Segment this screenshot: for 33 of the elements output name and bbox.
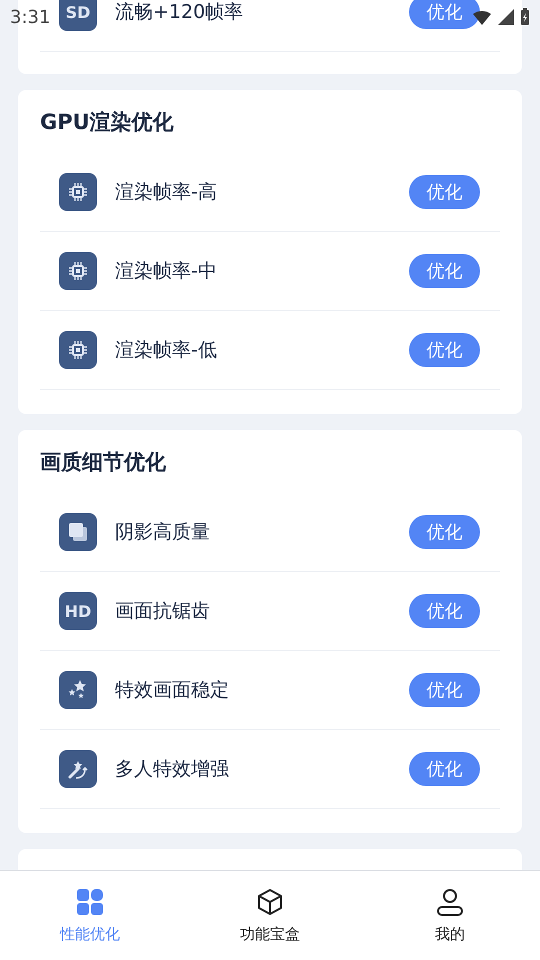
section-title: 画质细节优化 bbox=[40, 449, 166, 476]
option-label: 渲染帧率-低 bbox=[115, 338, 218, 363]
chip-icon bbox=[66, 180, 90, 204]
option-label: 特效画面稳定 bbox=[115, 678, 230, 703]
section-title: GPU渲染优化 bbox=[40, 109, 174, 136]
wifi-icon bbox=[472, 8, 492, 26]
nav-tab[interactable]: 我的 bbox=[360, 871, 540, 960]
option-label: 画面抗锯齿 bbox=[115, 599, 211, 624]
option-label: 阴影高质量 bbox=[115, 520, 211, 545]
optimize-button[interactable]: 优化 bbox=[409, 254, 480, 288]
status-time: 3:31 bbox=[10, 6, 50, 28]
optimize-button[interactable]: 优化 bbox=[409, 594, 480, 628]
grid-icon bbox=[75, 887, 105, 917]
optimize-button[interactable]: 优化 bbox=[409, 0, 480, 29]
option-label: 渲染帧率-高 bbox=[115, 180, 218, 205]
optimize-button[interactable]: 优化 bbox=[409, 515, 480, 549]
optimize-button[interactable]: 优化 bbox=[409, 752, 480, 786]
option-label: 渲染帧率-中 bbox=[115, 259, 218, 284]
option-label: 流畅+120帧率 bbox=[115, 0, 244, 25]
chip-icon bbox=[66, 259, 90, 283]
optimize-button[interactable]: 优化 bbox=[409, 333, 480, 367]
optimize-button[interactable]: 优化 bbox=[409, 175, 480, 209]
nav-tab[interactable]: 功能宝盒 bbox=[180, 871, 360, 960]
hd-icon: HD bbox=[59, 592, 97, 630]
person-icon bbox=[435, 887, 465, 917]
optimize-button[interactable]: 优化 bbox=[409, 673, 480, 707]
layers-icon bbox=[66, 520, 90, 544]
cube-icon bbox=[255, 887, 285, 917]
option-label: 多人特效增强 bbox=[115, 757, 230, 782]
chip-icon bbox=[66, 338, 90, 362]
signal-icon bbox=[498, 8, 514, 26]
nav-tab[interactable]: 性能优化 bbox=[0, 871, 180, 960]
sd-icon: SD bbox=[59, 0, 97, 31]
